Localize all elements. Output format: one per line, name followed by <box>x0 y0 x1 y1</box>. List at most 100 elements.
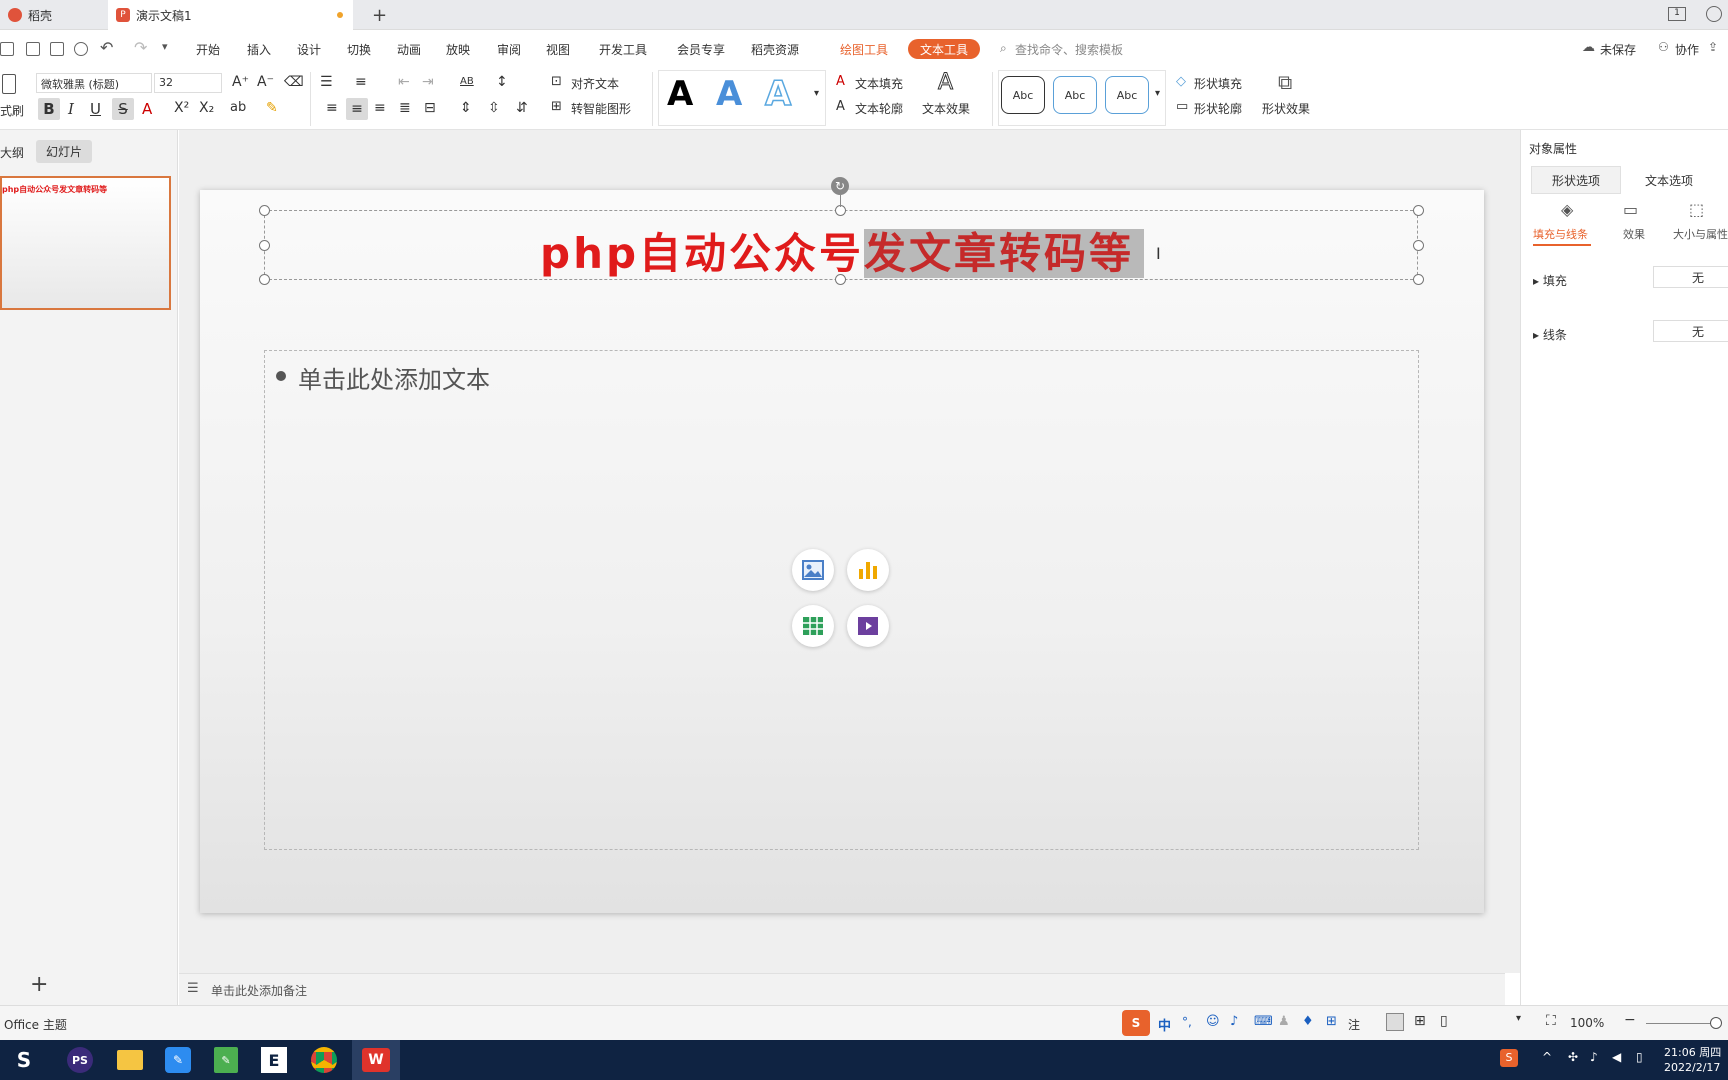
customize-icon[interactable]: ▾ <box>162 40 168 53</box>
wps-taskbar-button[interactable]: W <box>352 1040 400 1080</box>
clear-format-icon[interactable]: ⌫ <box>284 74 304 90</box>
slide-title[interactable]: php自动公众号发文章转码等 <box>540 220 1145 281</box>
notes-pane[interactable]: ☰ 单击此处添加备注 <box>179 973 1505 1005</box>
shape-effect-button[interactable]: 形状效果 <box>1262 100 1310 117</box>
increase-indent-icon[interactable]: ⇥ <box>422 74 434 90</box>
volume-icon[interactable]: ◀ <box>1612 1050 1621 1064</box>
shape-style-3[interactable]: Abc <box>1105 76 1149 114</box>
start-icon[interactable]: S <box>8 1044 40 1076</box>
slides-tab[interactable]: 幻灯片 <box>36 140 93 163</box>
zoom-slider-thumb[interactable] <box>1710 1017 1722 1029</box>
tray-chevron-icon[interactable]: ^ <box>1542 1050 1552 1064</box>
menu-member[interactable]: 会员专享 <box>677 41 725 58</box>
justify-icon[interactable]: ≣ <box>399 100 411 116</box>
slide-thumbnail[interactable]: php自动公众号发文章转码等 <box>0 176 171 310</box>
menu-animation[interactable]: 动画 <box>397 41 421 58</box>
paragraph-spacing-icon[interactable]: ⇕ <box>460 100 472 116</box>
chrome-icon[interactable] <box>311 1047 337 1073</box>
window-count-icon[interactable]: 1 <box>1668 7 1686 21</box>
line-spacing-icon[interactable]: ↕ <box>496 74 508 90</box>
preview-icon[interactable] <box>74 42 88 56</box>
text-style-black[interactable]: A <box>667 74 693 114</box>
mic-icon[interactable]: ♪ <box>1590 1050 1598 1064</box>
ime-user-icon[interactable]: ♟ <box>1278 1014 1290 1029</box>
resize-handle[interactable] <box>259 274 270 285</box>
subtab-size[interactable]: 大小与属性 <box>1673 226 1728 242</box>
menu-transition[interactable]: 切换 <box>347 41 371 58</box>
format-painter-label[interactable]: 式刷 <box>0 102 24 119</box>
gallery-more-icon[interactable]: ▾ <box>814 88 819 99</box>
text-outline-button[interactable]: 文本轮廓 <box>855 100 903 117</box>
fill-line-icon[interactable]: ◈ <box>1561 200 1573 219</box>
save-icon[interactable] <box>0 42 14 56</box>
insert-table-icon[interactable] <box>792 605 834 647</box>
line-row[interactable]: ▸ 线条 <box>1533 326 1567 343</box>
highlight-icon[interactable]: ✎ <box>266 100 278 116</box>
menu-slideshow[interactable]: 放映 <box>446 41 470 58</box>
phpstorm-icon[interactable]: PS <box>67 1047 93 1073</box>
fill-select[interactable]: 无 <box>1653 266 1728 288</box>
notes-toggle[interactable]: 注 <box>1348 1016 1360 1033</box>
vertical-scrollbar[interactable] <box>1505 130 1520 973</box>
subtab-effect[interactable]: 效果 <box>1623 226 1645 242</box>
text-style-outline[interactable]: A <box>764 73 792 115</box>
menu-design[interactable]: 设计 <box>297 41 321 58</box>
reading-view-icon[interactable]: ▯ <box>1440 1013 1448 1029</box>
subtab-fill-line[interactable]: 填充与线条 <box>1533 226 1588 242</box>
clock-date[interactable]: 2022/2/17 <box>1664 1061 1720 1074</box>
menu-view[interactable]: 视图 <box>546 41 570 58</box>
italic-button[interactable]: I <box>68 100 74 118</box>
size-icon[interactable]: ⬚ <box>1689 200 1704 219</box>
tab-daoke[interactable]: 稻壳 <box>0 0 106 30</box>
distribute-icon[interactable]: ⊟ <box>424 100 436 116</box>
insert-video-icon[interactable] <box>847 605 889 647</box>
font-name-select[interactable]: 微软雅黑 (标题) <box>36 73 152 93</box>
zoom-out-button[interactable]: − <box>1624 1012 1636 1028</box>
text-effect-button[interactable]: 文本效果 <box>922 100 970 117</box>
insert-chart-icon[interactable] <box>847 549 889 591</box>
strikethrough-button[interactable]: S <box>112 98 134 120</box>
redo-icon[interactable]: ↷ <box>134 38 147 57</box>
superscript-button[interactable]: X² <box>174 100 189 116</box>
ime-voice-icon[interactable]: ♪ <box>1230 1014 1238 1029</box>
new-tab-button[interactable]: + <box>364 0 395 30</box>
bullet-list-icon[interactable]: ☰ <box>320 74 333 90</box>
menu-text-tools[interactable]: 文本工具 <box>908 39 981 59</box>
collab-button[interactable]: 协作 <box>1675 41 1699 58</box>
bold-button[interactable]: B <box>38 98 60 120</box>
notes-app-icon[interactable]: ✎ <box>165 1047 191 1073</box>
battery-icon[interactable]: ▯ <box>1636 1050 1643 1064</box>
shape-outline-button[interactable]: 形状轮廓 <box>1194 100 1242 117</box>
grow-font-icon[interactable]: A⁺ <box>232 74 249 90</box>
resize-handle[interactable] <box>1413 274 1424 285</box>
shape-style-1[interactable]: Abc <box>1001 76 1045 114</box>
align-right-icon[interactable]: ≡ <box>374 100 386 116</box>
align-left-icon[interactable]: ≡ <box>326 100 338 116</box>
clock-time[interactable]: 21:06 周四 <box>1664 1044 1721 1060</box>
insert-picture-icon[interactable] <box>792 549 834 591</box>
shrink-font-icon[interactable]: A⁻ <box>257 74 274 90</box>
tab-text-options[interactable]: 文本选项 <box>1645 172 1693 189</box>
export-icon[interactable] <box>26 42 40 56</box>
ime-toolbox-icon[interactable]: ⊞ <box>1326 1014 1337 1029</box>
tab-shape-options[interactable]: 形状选项 <box>1531 166 1621 194</box>
print-icon[interactable] <box>50 42 64 56</box>
menu-daoke-resources[interactable]: 稻壳资源 <box>751 41 799 58</box>
play-dropdown-icon[interactable]: ▾ <box>1516 1013 1521 1024</box>
outline-tab[interactable]: 大纲 <box>0 144 24 161</box>
e-app-icon[interactable]: E <box>261 1047 287 1073</box>
resize-handle[interactable] <box>1413 205 1424 216</box>
menu-review[interactable]: 审阅 <box>497 41 521 58</box>
zoom-level[interactable]: 100% <box>1570 1016 1604 1030</box>
effect-icon[interactable]: ▭ <box>1623 200 1638 219</box>
resize-handle[interactable] <box>259 205 270 216</box>
ime-keyboard-icon[interactable]: ⌨ <box>1254 1014 1273 1029</box>
fit-window-icon[interactable]: ⛶ <box>1546 1013 1556 1029</box>
body-placeholder-text[interactable]: 单击此处添加文本 <box>298 360 490 395</box>
ime-skin-icon[interactable]: ♦ <box>1302 1014 1314 1029</box>
menu-insert[interactable]: 插入 <box>247 41 271 58</box>
decrease-indent-icon[interactable]: ⇤ <box>398 74 410 90</box>
phonetic-button[interactable]: ab <box>230 100 246 115</box>
underline-button[interactable]: U <box>90 100 101 118</box>
menu-devtools[interactable]: 开发工具 <box>599 41 647 58</box>
